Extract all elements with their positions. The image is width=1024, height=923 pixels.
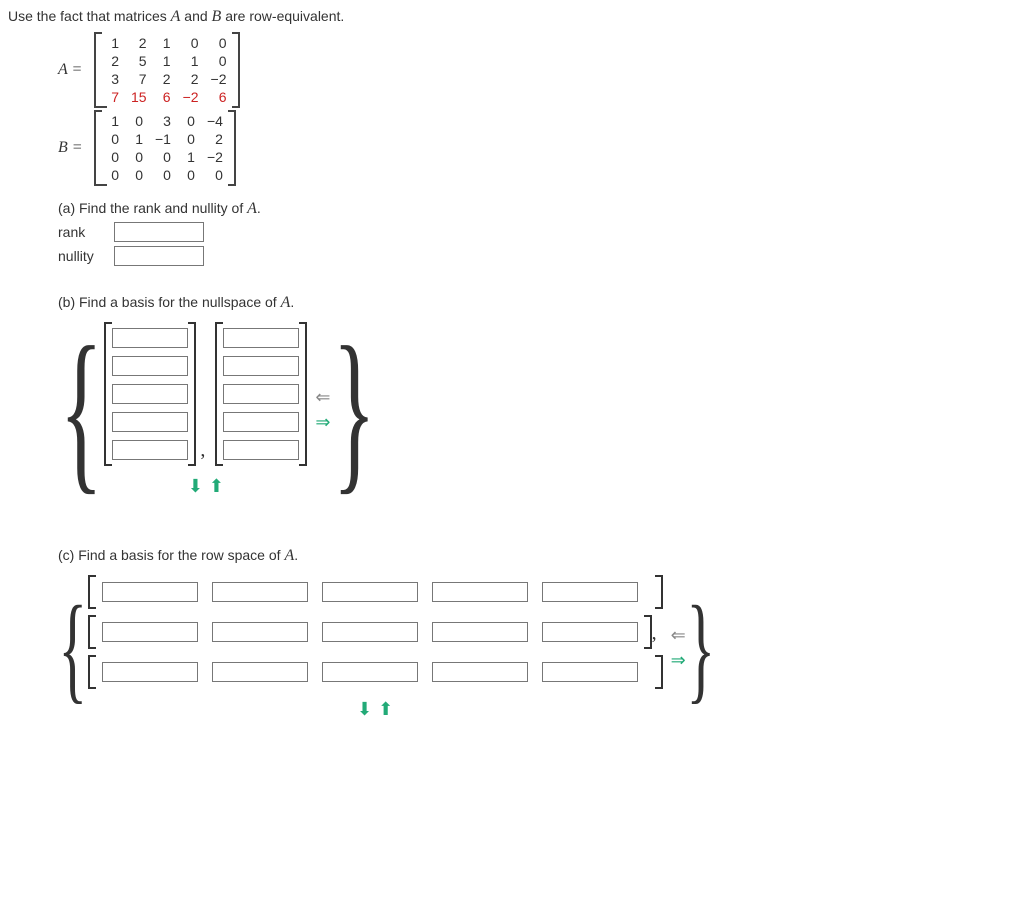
intro-pre: Use the fact that matrices (8, 8, 171, 24)
nullspace-vector-2 (215, 322, 307, 466)
matrix-a: 12100 25110 3722−2 7156−26 (94, 32, 240, 108)
add-col-icon[interactable]: ⬆ (378, 699, 393, 720)
intro-text: Use the fact that matrices A and B are r… (8, 8, 1024, 26)
nullvec1-entry[interactable] (112, 356, 188, 376)
nullvec2-entry[interactable] (223, 412, 299, 432)
rowvec1-entry[interactable] (102, 582, 198, 602)
matrix-a-row-highlight: 7156−26 (101, 88, 233, 106)
nullity-label: nullity (58, 248, 114, 264)
matrix-a-row: 3722−2 (101, 70, 233, 88)
nullvec2-entry[interactable] (223, 328, 299, 348)
matrix-a-label: A = (58, 61, 94, 79)
nullity-input[interactable] (114, 246, 204, 266)
add-row-icon[interactable]: ⇒ (315, 412, 330, 433)
intro-var-a: A (171, 8, 181, 25)
rowspace-vector-1 (88, 575, 663, 609)
matrix-a-row: 25110 (101, 52, 233, 70)
intro-mid: and (180, 8, 211, 24)
rowspace-vector-3 (88, 655, 663, 689)
nullvec1-entry[interactable] (112, 440, 188, 460)
nullvec2-entry[interactable] (223, 384, 299, 404)
nullvec1-entry[interactable] (112, 328, 188, 348)
part-c-prompt: (c) Find a basis for the row space of A. (58, 547, 1024, 565)
add-row-icon[interactable]: ⇒ (671, 650, 686, 671)
matrix-a-block: A = 12100 25110 3722−2 7156−26 (58, 32, 1024, 108)
rowvec3-entry[interactable] (212, 662, 308, 682)
rank-label: rank (58, 224, 114, 240)
set-comma: , (652, 622, 657, 649)
right-brace-icon: } (686, 609, 715, 687)
intro-post: are row-equivalent. (221, 8, 344, 24)
rowvec2-entry[interactable] (542, 622, 638, 642)
left-brace-icon: { (58, 609, 87, 687)
matrix-a-row: 12100 (101, 34, 233, 52)
rowvec2-entry[interactable] (102, 622, 198, 642)
rowvec2-entry[interactable] (432, 622, 528, 642)
remove-col-icon[interactable]: ⬇ (357, 699, 372, 720)
rowvec1-entry[interactable] (212, 582, 308, 602)
set-comma: , (200, 439, 205, 466)
part-a: (a) Find the rank and nullity of A. rank… (58, 200, 1024, 266)
rowvec3-entry[interactable] (102, 662, 198, 682)
part-b: (b) Find a basis for the nullspace of A.… (58, 294, 1024, 497)
rowvec2-entry[interactable] (212, 622, 308, 642)
remove-col-icon[interactable]: ⬇ (188, 476, 203, 497)
matrix-b: 1030−4 01−102 0001−2 00000 (94, 110, 236, 186)
matrix-b-block: B = 1030−4 01−102 0001−2 00000 (58, 110, 1024, 186)
rowvec3-entry[interactable] (322, 662, 418, 682)
remove-row-icon[interactable]: ⇐ (671, 625, 686, 646)
rowspace-vector-2 (88, 615, 652, 649)
part-b-prompt: (b) Find a basis for the nullspace of A. (58, 294, 1024, 312)
matrix-b-row: 00000 (101, 166, 229, 184)
rowvec3-entry[interactable] (432, 662, 528, 682)
left-brace-icon: { (60, 351, 103, 468)
rowvec3-entry[interactable] (542, 662, 638, 682)
matrix-b-row: 1030−4 (101, 112, 229, 130)
nullvec2-entry[interactable] (223, 356, 299, 376)
nullvec1-entry[interactable] (112, 412, 188, 432)
part-a-prompt: (a) Find the rank and nullity of A. (58, 200, 1024, 218)
rowvec1-entry[interactable] (322, 582, 418, 602)
nullvec1-entry[interactable] (112, 384, 188, 404)
nullspace-vector-1 (104, 322, 196, 466)
rank-input[interactable] (114, 222, 204, 242)
add-col-icon[interactable]: ⬆ (209, 476, 224, 497)
matrix-b-row: 0001−2 (101, 148, 229, 166)
intro-var-b: B (212, 8, 222, 25)
part-c: (c) Find a basis for the row space of A.… (58, 547, 1024, 720)
rowvec2-entry[interactable] (322, 622, 418, 642)
rowvec1-entry[interactable] (542, 582, 638, 602)
matrix-b-label: B = (58, 139, 94, 157)
nullvec2-entry[interactable] (223, 440, 299, 460)
rowvec1-entry[interactable] (432, 582, 528, 602)
right-brace-icon: } (332, 351, 375, 468)
remove-row-icon[interactable]: ⇐ (315, 387, 330, 408)
matrix-b-row: 01−102 (101, 130, 229, 148)
